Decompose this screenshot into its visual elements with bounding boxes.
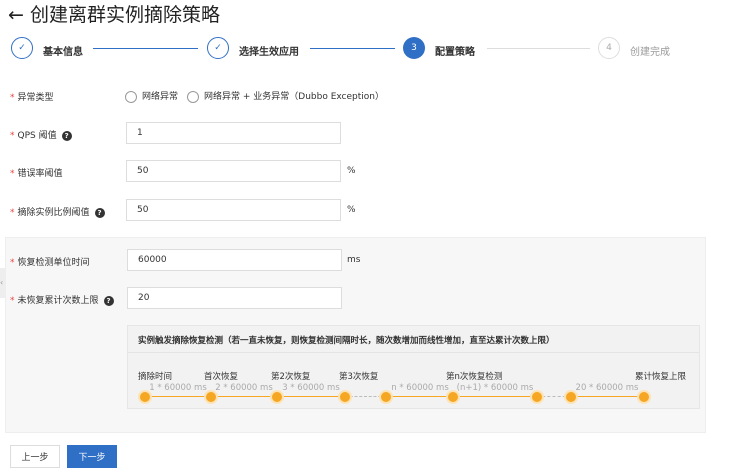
remove-ratio-unit: % — [347, 205, 356, 215]
remove-ratio-label: * 摘除实例比例阈值? — [10, 205, 105, 218]
prev-button[interactable]: 上一步 — [10, 445, 60, 468]
timeline-interval: n * 60000 ms — [391, 383, 449, 393]
timeline-segment — [386, 396, 453, 397]
exception-type-label: * 异常类型 — [10, 93, 54, 103]
error-rate-unit: % — [347, 166, 356, 176]
recovery-unit-suffix: ms — [347, 255, 361, 265]
timeline-label: 摘除时间 — [138, 372, 173, 382]
timeline-label: 第n次恢复检测 — [446, 372, 503, 382]
help-icon[interactable]: ? — [94, 208, 105, 218]
recovery-unit-input[interactable]: 60000 — [127, 249, 342, 271]
radio-network[interactable]: 网络异常 — [125, 89, 178, 103]
step-1-label: 基本信息 — [43, 47, 83, 58]
timeline-segment — [145, 396, 211, 397]
qps-input[interactable]: 1 — [126, 122, 341, 144]
help-icon[interactable]: ? — [103, 296, 114, 306]
timeline-label: 第3次恢复 — [339, 372, 379, 382]
radio-network-business[interactable]: 网络异常 + 业务异常（Dubbo Exception） — [187, 89, 384, 103]
timeline-title: 实例触发摘除恢复检测（若一直未恢复，则恢复检测间隔时长，随次数增加而线性增加，直… — [138, 336, 555, 346]
help-icon[interactable]: ? — [61, 131, 72, 141]
timeline-label: 第2次恢复 — [271, 372, 311, 382]
step-3-label: 配置策略 — [435, 47, 475, 58]
step-4-number: 4 — [598, 37, 620, 59]
next-button[interactable]: 下一步 — [67, 445, 117, 468]
timeline-segment — [571, 396, 644, 397]
timeline-label: 首次恢复 — [204, 372, 239, 382]
timeline-interval: (n+1) * 60000 ms — [456, 383, 534, 393]
error-rate-label: * 错误率阈值 — [10, 169, 63, 179]
timeline-segment — [211, 396, 277, 397]
max-unrecovered-input[interactable]: 20 — [127, 287, 342, 309]
timeline-interval: 2 * 60000 ms — [215, 383, 273, 393]
timeline-interval: 1 * 60000 ms — [149, 383, 207, 393]
radio-icon[interactable] — [187, 90, 199, 103]
timeline-interval: 20 * 60000 ms — [575, 383, 639, 393]
step-3-number: 3 — [403, 37, 425, 59]
step-1-check-icon: ✓ — [11, 37, 33, 59]
timeline-segment — [453, 396, 537, 397]
step-2-label: 选择生效应用 — [239, 47, 299, 58]
max-unrecovered-label: * 未恢复累计次数上限? — [10, 293, 114, 306]
remove-ratio-input[interactable]: 50 — [126, 199, 341, 221]
page-title: ← 创建离群实例摘除策略 — [8, 4, 220, 26]
timeline-segment — [277, 396, 345, 397]
timeline-label: 累计恢复上限 — [635, 372, 687, 382]
recovery-unit-label: * 恢复检测单位时间 — [10, 258, 90, 268]
error-rate-input[interactable]: 50 — [126, 160, 341, 182]
step-2-check-icon: ✓ — [207, 37, 229, 59]
qps-label: * QPS 阈值? — [10, 128, 72, 141]
collapse-handle-icon[interactable]: ‹ — [0, 268, 6, 298]
timeline-node — [637, 390, 651, 404]
radio-icon[interactable] — [125, 90, 137, 103]
step-4-label: 创建完成 — [630, 47, 670, 58]
timeline-interval: 3 * 60000 ms — [282, 383, 340, 393]
